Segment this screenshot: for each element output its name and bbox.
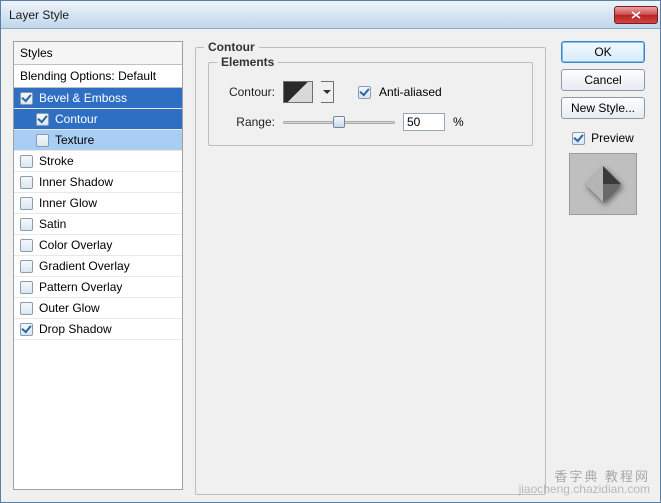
elements-legend: Elements xyxy=(217,55,278,69)
style-row-satin[interactable]: Satin xyxy=(14,214,182,235)
contour-picker[interactable] xyxy=(283,81,313,103)
right-column: OK Cancel New Style... Preview xyxy=(558,41,648,490)
ok-button[interactable]: OK xyxy=(561,41,645,63)
style-checkbox[interactable] xyxy=(36,113,49,126)
style-row-gradient-overlay[interactable]: Gradient Overlay xyxy=(14,256,182,277)
style-row-bevel-emboss[interactable]: Bevel & Emboss xyxy=(14,88,182,109)
range-input[interactable] xyxy=(403,113,445,131)
section-heading: Contour xyxy=(204,40,259,54)
style-checkbox[interactable] xyxy=(20,260,33,273)
layer-style-dialog: Layer Style Styles Blending Options: Def… xyxy=(0,0,661,503)
anti-aliased-checkbox[interactable] xyxy=(358,86,371,99)
style-row-color-overlay[interactable]: Color Overlay xyxy=(14,235,182,256)
style-label: Texture xyxy=(55,133,94,147)
styles-panel: Styles Blending Options: Default Bevel &… xyxy=(13,41,183,490)
style-checkbox[interactable] xyxy=(20,323,33,336)
style-checkbox[interactable] xyxy=(20,155,33,168)
style-checkbox[interactable] xyxy=(20,302,33,315)
window-title: Layer Style xyxy=(9,8,69,22)
titlebar[interactable]: Layer Style xyxy=(1,1,660,29)
style-label: Drop Shadow xyxy=(39,322,112,336)
style-label: Contour xyxy=(55,112,98,126)
style-label: Outer Glow xyxy=(39,301,100,315)
style-row-drop-shadow[interactable]: Drop Shadow xyxy=(14,319,182,340)
close-icon xyxy=(631,11,641,19)
contour-label: Contour: xyxy=(221,85,275,99)
style-label: Pattern Overlay xyxy=(39,280,122,294)
styles-header[interactable]: Styles xyxy=(14,42,182,65)
style-checkbox[interactable] xyxy=(20,281,33,294)
preview-box xyxy=(569,153,637,215)
style-checkbox[interactable] xyxy=(20,197,33,210)
range-unit: % xyxy=(453,115,464,129)
style-row-contour[interactable]: Contour xyxy=(14,109,182,130)
contour-dropdown-button[interactable] xyxy=(321,81,334,103)
cancel-button[interactable]: Cancel xyxy=(561,69,645,91)
style-label: Inner Glow xyxy=(39,196,97,210)
close-button[interactable] xyxy=(614,6,658,24)
range-slider[interactable] xyxy=(283,114,395,130)
dialog-body: Styles Blending Options: Default Bevel &… xyxy=(1,29,660,502)
contour-row: Contour: Anti-aliased xyxy=(221,81,520,103)
preview-checkbox[interactable] xyxy=(572,132,585,145)
blending-options-row[interactable]: Blending Options: Default xyxy=(14,65,182,88)
slider-thumb[interactable] xyxy=(333,116,345,128)
style-label: Satin xyxy=(39,217,66,231)
range-row: Range: % xyxy=(221,113,520,131)
watermark: 香字典 教程网 jiaocheng.chazidian.com xyxy=(519,470,650,496)
style-checkbox[interactable] xyxy=(20,92,33,105)
style-checkbox[interactable] xyxy=(20,176,33,189)
new-style-button[interactable]: New Style... xyxy=(561,97,645,119)
main-panel: Contour Elements Contour: Anti-aliased R… xyxy=(195,41,546,490)
preview-toggle[interactable]: Preview xyxy=(572,131,634,145)
style-label: Stroke xyxy=(39,154,74,168)
range-label: Range: xyxy=(221,115,275,129)
preview-label: Preview xyxy=(591,131,634,145)
style-label: Gradient Overlay xyxy=(39,259,130,273)
style-row-inner-shadow[interactable]: Inner Shadow xyxy=(14,172,182,193)
contour-section: Contour Elements Contour: Anti-aliased R… xyxy=(195,47,546,495)
style-row-texture[interactable]: Texture xyxy=(14,130,182,151)
style-checkbox[interactable] xyxy=(20,239,33,252)
anti-aliased-label: Anti-aliased xyxy=(379,85,442,99)
style-row-inner-glow[interactable]: Inner Glow xyxy=(14,193,182,214)
style-checkbox[interactable] xyxy=(36,134,49,147)
style-row-outer-glow[interactable]: Outer Glow xyxy=(14,298,182,319)
style-row-pattern-overlay[interactable]: Pattern Overlay xyxy=(14,277,182,298)
preview-shape xyxy=(585,166,621,202)
style-checkbox[interactable] xyxy=(20,218,33,231)
style-label: Color Overlay xyxy=(39,238,112,252)
styles-list: Bevel & Emboss Contour Texture Stroke Inner … xyxy=(14,88,182,340)
style-row-stroke[interactable]: Stroke xyxy=(14,151,182,172)
style-label: Inner Shadow xyxy=(39,175,113,189)
watermark-line2: jiaocheng.chazidian.com xyxy=(519,483,650,496)
elements-group: Elements Contour: Anti-aliased Range: xyxy=(208,62,533,146)
style-label: Bevel & Emboss xyxy=(39,91,127,105)
